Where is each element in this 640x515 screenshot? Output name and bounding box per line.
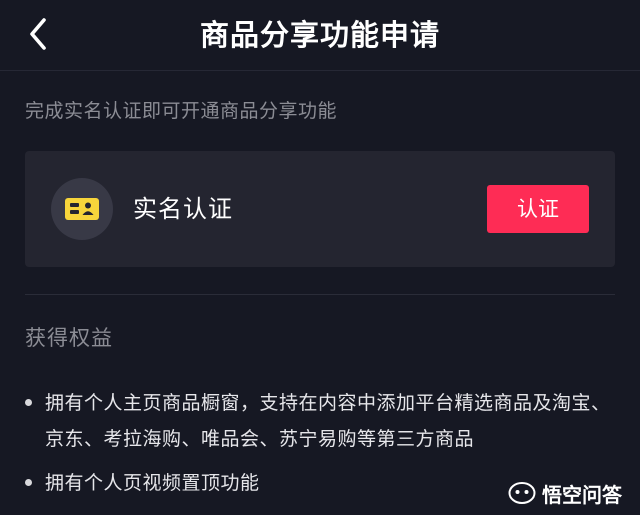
navigation-bar: 商品分享功能申请 (0, 0, 640, 71)
verification-card: 实名认证 认证 (25, 151, 615, 267)
verification-label: 实名认证 (133, 195, 233, 223)
benefits-title: 获得权益 (25, 326, 113, 350)
verify-button[interactable]: 认证 (487, 185, 589, 233)
watermark-text: 悟空问答 (542, 482, 622, 507)
benefit-item: 拥有个人主页商品橱窗，支持在内容中添加平台精选商品及淘宝、京东、考拉海购、唯品会… (25, 385, 615, 465)
watermark: 悟空问答 (508, 478, 622, 508)
bullet-icon (25, 479, 32, 486)
id-card-icon (65, 198, 99, 220)
id-card-icon-circle (51, 178, 113, 240)
verification-hint: 完成实名认证即可开通商品分享功能 (25, 100, 338, 122)
benefit-text: 拥有个人主页商品橱窗，支持在内容中添加平台精选商品及淘宝、京东、考拉海购、唯品会… (45, 392, 611, 450)
wukong-logo-icon (508, 482, 536, 504)
page-title: 商品分享功能申请 (199, 18, 440, 52)
section-divider (25, 294, 615, 295)
product-share-application-page: 商品分享功能申请 完成实名认证即可开通商品分享功能 实名认证 认证 获得权益 拥… (0, 0, 640, 515)
bullet-icon (25, 399, 32, 406)
